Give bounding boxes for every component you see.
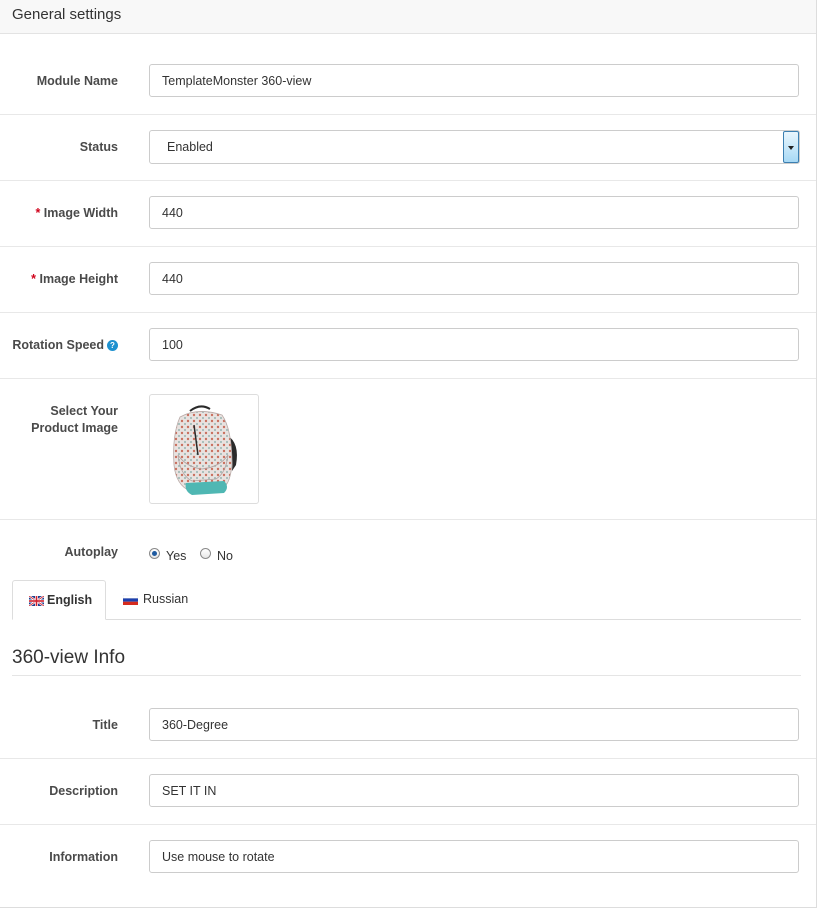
title-label: Title bbox=[92, 718, 118, 732]
required-marker: * bbox=[31, 272, 37, 286]
image-width-label: * Image Width bbox=[35, 205, 118, 222]
divider bbox=[0, 378, 816, 379]
module-name-input[interactable] bbox=[149, 64, 799, 97]
divider bbox=[0, 519, 816, 520]
autoplay-no-label: No bbox=[217, 549, 233, 563]
divider bbox=[0, 180, 816, 181]
radio-checked-icon[interactable] bbox=[149, 548, 160, 559]
divider bbox=[0, 312, 816, 313]
divider bbox=[0, 246, 816, 247]
image-width-label-text: Image Width bbox=[43, 206, 118, 220]
rotation-speed-input[interactable] bbox=[149, 328, 799, 361]
russia-flag-icon bbox=[123, 595, 138, 605]
product-image-label-line1: Select Your bbox=[50, 404, 118, 418]
rotation-speed-label: Rotation Speed? bbox=[12, 337, 118, 354]
status-select[interactable]: Enabled bbox=[149, 130, 800, 164]
status-select-value: Enabled bbox=[167, 140, 213, 154]
uk-flag-icon bbox=[29, 596, 44, 606]
language-tabs: English Russian bbox=[12, 580, 801, 620]
product-image-label: Select Your Product Image bbox=[31, 403, 118, 437]
rotation-speed-label-text: Rotation Speed bbox=[12, 338, 104, 352]
radio-unchecked-icon[interactable] bbox=[200, 548, 211, 559]
panel-heading: General settings bbox=[0, 0, 816, 34]
question-circle-icon[interactable]: ? bbox=[107, 340, 118, 351]
panel-title: General settings bbox=[12, 6, 122, 23]
description-label: Description bbox=[49, 784, 118, 798]
general-settings-panel: General settings Module Name Status Enab… bbox=[0, 0, 817, 908]
backpack-image bbox=[173, 405, 237, 495]
product-image-thumbnail[interactable] bbox=[149, 394, 259, 504]
chevron-down-icon[interactable] bbox=[783, 131, 799, 163]
required-marker: * bbox=[35, 206, 41, 220]
image-height-label: * Image Height bbox=[31, 271, 118, 288]
image-height-label-text: Image Height bbox=[39, 272, 119, 286]
information-input[interactable] bbox=[149, 840, 799, 873]
information-label: Information bbox=[49, 850, 118, 864]
divider bbox=[12, 675, 801, 676]
image-width-input[interactable] bbox=[149, 196, 799, 229]
section-heading: 360-view Info bbox=[12, 647, 126, 668]
status-label: Status bbox=[79, 140, 118, 154]
module-name-label: Module Name bbox=[36, 74, 118, 88]
autoplay-label: Autoplay bbox=[64, 545, 118, 559]
tab-russian-label: Russian bbox=[143, 592, 189, 606]
divider bbox=[0, 758, 816, 759]
divider bbox=[0, 824, 816, 825]
description-input[interactable] bbox=[149, 774, 799, 807]
image-height-input[interactable] bbox=[149, 262, 799, 295]
tab-english-label: English bbox=[47, 593, 93, 607]
product-image-label-line2: Product Image bbox=[31, 421, 118, 435]
title-input[interactable] bbox=[149, 708, 799, 741]
tab-russian[interactable]: Russian bbox=[118, 580, 208, 619]
divider bbox=[0, 114, 816, 115]
autoplay-yes-label: Yes bbox=[166, 549, 187, 563]
tab-english[interactable]: English bbox=[12, 580, 106, 620]
